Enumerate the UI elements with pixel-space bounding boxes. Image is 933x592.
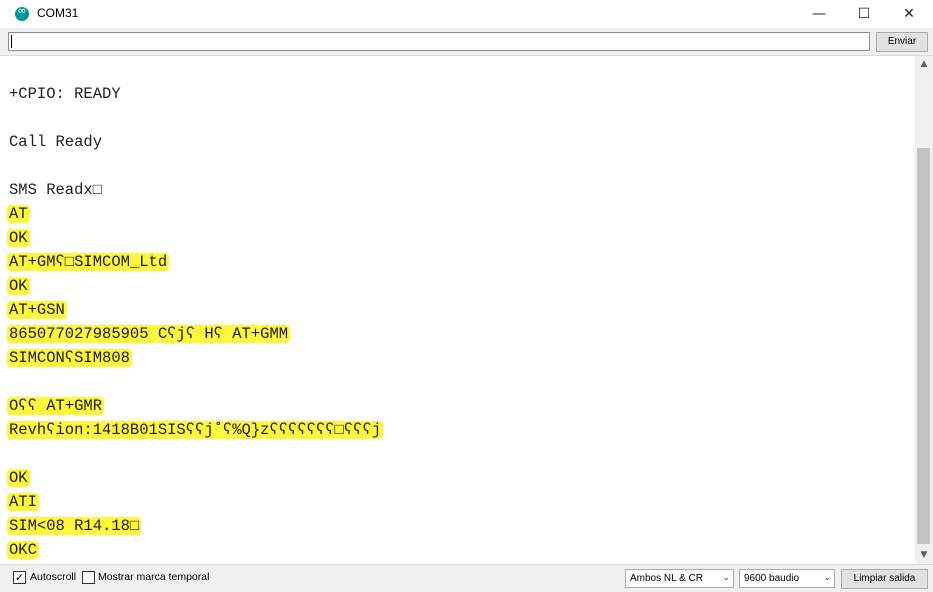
output-line: Oʕʕ AT+GMR [7, 394, 105, 418]
output-line: SMS Readx□ [9, 178, 102, 202]
status-bar: ✓ Autoscroll Mostrar marca temporal Ambo… [0, 564, 933, 592]
output-line-text: OK [7, 229, 30, 247]
baud-rate-value: 9600 baudio [744, 573, 800, 584]
serial-command-input[interactable] [8, 32, 870, 51]
window-title: COM31 [37, 6, 79, 20]
minimize-button[interactable]: — [796, 0, 842, 28]
output-line-text: Oʕʕ AT+GMR [7, 397, 105, 415]
autoscroll-label: Autoscroll [30, 571, 77, 583]
output-line: Call Ready [9, 130, 102, 154]
output-line: 865077027985905 Cʕjʕ Hʕ AT+GMM [7, 322, 291, 346]
output-line: OKC [7, 538, 39, 562]
line-ending-value: Ambos NL & CR [630, 573, 703, 584]
output-line-text: SIM<08 R14.18□ [7, 517, 142, 535]
output-line-text: AT+GMʕ□SIMCOM_Ltd [7, 253, 170, 271]
output-line-text: SIMCONʕSIM808 [7, 349, 132, 367]
output-line: +CPIO: READY [9, 82, 121, 106]
output-line: SIM<08 R14.18□ [7, 514, 142, 538]
output-line-text: Call Ready [9, 133, 103, 151]
scroll-up-icon[interactable]: ▲ [915, 56, 933, 73]
maximize-button[interactable]: ☐ [841, 0, 887, 28]
timestamp-label: Mostrar marca temporal [98, 571, 210, 583]
send-toolbar: Enviar [0, 28, 933, 56]
output-line: Revhʕion:1418B01SISʕʕj˚ʕ%Q}zʕʕʕʕʕʕʕ□ʕʕʕj [7, 418, 384, 442]
clear-output-button[interactable]: Limpiar salida [841, 569, 928, 589]
text-caret [11, 35, 12, 48]
autoscroll-checkbox[interactable]: ✓ [13, 571, 26, 584]
output-line: AT [7, 202, 30, 226]
title-bar: COM31 — ☐ ✕ [0, 0, 933, 28]
chevron-down-icon: ⌄ [722, 573, 730, 583]
output-line-text: AT+GSN [7, 301, 67, 319]
output-line-text: 865077027985905 Cʕjʕ Hʕ AT+GMM [7, 325, 291, 343]
serial-output-area[interactable]: +CPIO: READY Call Ready SMS Readx□ AT OK… [0, 56, 915, 564]
send-button[interactable]: Enviar [876, 32, 928, 52]
scroll-down-icon[interactable]: ▼ [915, 547, 933, 564]
output-line: OK [7, 466, 30, 490]
output-line: AT+GSN [7, 298, 67, 322]
output-line-text: +CPIO: READY [9, 85, 121, 103]
output-line: ATI [7, 490, 39, 514]
line-ending-select[interactable]: Ambos NL & CR ⌄ [625, 569, 734, 588]
output-line-text: ATI [7, 493, 39, 511]
output-line-text: OKC [7, 541, 39, 559]
output-line: AT+GMʕ□SIMCOM_Ltd [7, 250, 170, 274]
output-line-text: OK [7, 469, 30, 487]
output-line-text: AT [7, 205, 30, 223]
output-line-text: Revhʕion:1418B01SISʕʕj˚ʕ%Q}zʕʕʕʕʕʕʕ□ʕʕʕj [7, 421, 384, 439]
output-line: SIMCONʕSIM808 [7, 346, 132, 370]
close-button[interactable]: ✕ [886, 0, 932, 28]
vertical-scrollbar[interactable]: ▲ ▼ [915, 56, 933, 564]
chevron-down-icon: ⌄ [823, 573, 831, 583]
timestamp-checkbox[interactable] [82, 571, 95, 584]
baud-rate-select[interactable]: 9600 baudio ⌄ [739, 569, 835, 588]
output-line-text: OK [7, 277, 30, 295]
arduino-icon [15, 4, 29, 21]
scrollbar-thumb[interactable] [917, 148, 930, 544]
output-line: OK [7, 274, 30, 298]
output-line: OK [7, 226, 30, 250]
output-line-text: SMS Readx□ [9, 181, 103, 199]
